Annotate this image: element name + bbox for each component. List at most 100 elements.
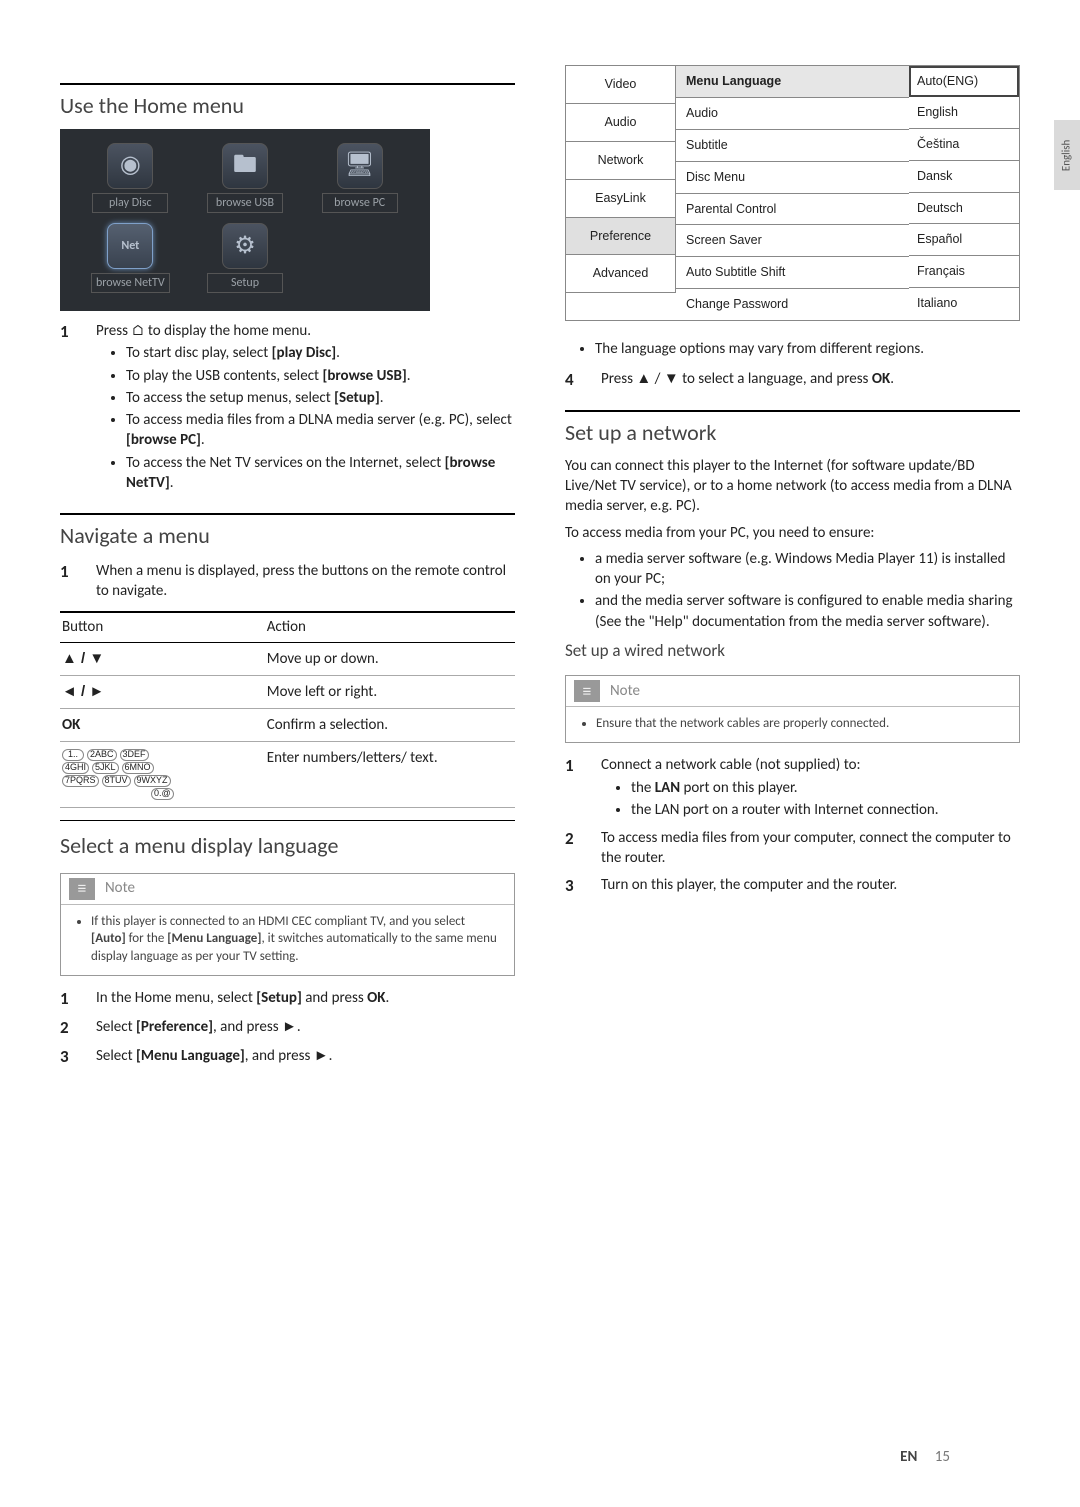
step-text: Select [Preference], and press ►. [96, 1017, 515, 1037]
table-header: Action [265, 612, 515, 642]
settings-tab-preference: Preference [566, 218, 676, 256]
list-item: To access the Net TV services on the Int… [126, 453, 515, 494]
settings-tab-network: Network [566, 142, 676, 180]
note-title: Note [105, 878, 135, 898]
step-text: Press ⌂ to display the home menu. [96, 322, 311, 340]
note-text: If this player is connected to an HDMI C… [91, 913, 500, 966]
settings-option: Subtitle [676, 130, 909, 162]
tile-label: browse USB [207, 193, 283, 213]
settings-option: Auto Subtitle Shift [676, 257, 909, 289]
button-cell: ▲ / ▼ [60, 642, 265, 675]
language-side-tab: English [1054, 120, 1080, 190]
note-text: Ensure that the network cables are prope… [596, 715, 1005, 733]
page-footer: EN 15 [900, 1447, 950, 1467]
home-menu-graphic: ◉ play Disc 🖿 browse USB 🖥 browse PC Net… [60, 129, 430, 311]
settings-value: Español [909, 224, 1019, 256]
settings-value: Auto(ENG) [909, 66, 1019, 97]
settings-tab-audio: Audio [566, 104, 676, 142]
settings-option: Change Password [676, 289, 909, 320]
list-item: the LAN port on a router with Internet c… [631, 800, 1020, 820]
list-item: The language options may vary from diffe… [595, 339, 1020, 359]
nettv-icon: Net [107, 223, 153, 269]
step-text: In the Home menu, select [Setup] and pre… [96, 988, 515, 1008]
list-item: To start disc play, select [play Disc]. [126, 343, 515, 363]
tile-browse-nettv: Net browse NetTV [78, 223, 183, 293]
list-item: and the media server software is configu… [595, 591, 1020, 632]
settings-value: Čeština [909, 129, 1019, 161]
tile-setup: ⚙ Setup [193, 223, 298, 293]
footer-lang: EN [900, 1448, 917, 1466]
gear-icon: ⚙ [222, 223, 268, 269]
list-item: a media server software (e.g. Windows Me… [595, 549, 1020, 590]
tile-label: browse NetTV [91, 273, 170, 293]
tile-label: browse PC [322, 193, 398, 213]
step-number: 3 [565, 875, 583, 898]
footer-page-number: 15 [935, 1448, 950, 1466]
step-text: Turn on this player, the computer and th… [601, 875, 1020, 895]
tile-browse-usb: 🖿 browse USB [193, 143, 298, 213]
usb-icon: 🖿 [222, 143, 268, 189]
network-ensure: To access media from your PC, you need t… [565, 523, 1020, 543]
note-icon [69, 878, 95, 900]
settings-value: Deutsch [909, 193, 1019, 225]
settings-tab-easylink: EasyLink [566, 180, 676, 218]
action-cell: Move left or right. [265, 675, 515, 708]
wired-network-heading: Set up a wired network [565, 640, 1020, 663]
tile-label: Setup [207, 273, 283, 293]
tile-browse-pc: 🖥 browse PC [307, 143, 412, 213]
settings-tab-advanced: Advanced [566, 255, 676, 293]
network-intro: You can connect this player to the Inter… [565, 456, 1020, 517]
step-text: Select [Menu Language], and press ►. [96, 1046, 515, 1066]
settings-option: Disc Menu [676, 162, 909, 194]
navigation-table: Button Action ▲ / ▼ Move up or down. ◄ /… [60, 611, 515, 808]
settings-value: Italiano [909, 288, 1019, 319]
list-item: the LAN port on this player. [631, 778, 1020, 798]
action-cell: Move up or down. [265, 642, 515, 675]
note-box: Note If this player is connected to an H… [60, 873, 515, 977]
step-text: When a menu is displayed, press the butt… [96, 561, 515, 602]
table-row: ▲ / ▼ Move up or down. [60, 642, 515, 675]
settings-menu-graphic: Video Audio Network EasyLink Preference … [565, 65, 1020, 321]
step-text: Press ▲ / ▼ to select a language, and pr… [601, 369, 1020, 389]
language-side-tab-label: English [1060, 139, 1075, 170]
note-box: Note Ensure that the network cables are … [565, 675, 1020, 744]
disc-icon: ◉ [107, 143, 153, 189]
numeric-keypad-icon: 1..2ABC3DEF 4GHI5JKL6MNO 7PQRS8TUV9WXYZ … [62, 749, 263, 800]
list-item: To access the setup menus, select [Setup… [126, 388, 515, 408]
settings-option: Audio [676, 98, 909, 130]
settings-option: Menu Language [676, 66, 909, 98]
button-cell: OK [60, 709, 265, 742]
step-text: To access media files from your computer… [601, 828, 1020, 869]
step-number: 1 [60, 988, 78, 1011]
note-title: Note [610, 681, 640, 701]
table-header: Button [60, 612, 265, 642]
setup-network-heading: Set up a network [565, 410, 1020, 448]
action-cell: Enter numbers/letters/ text. [265, 742, 515, 808]
tile-label: play Disc [92, 193, 168, 213]
use-home-menu-heading: Use the Home menu [60, 83, 515, 121]
button-cell: ◄ / ► [60, 675, 265, 708]
list-item: To play the USB contents, select [browse… [126, 366, 515, 386]
note-icon [574, 680, 600, 702]
step-number: 1 [60, 561, 78, 584]
step-number: 1 [60, 321, 78, 344]
settings-value: Dansk [909, 161, 1019, 193]
settings-value: Français [909, 256, 1019, 288]
step-number: 1 [565, 755, 583, 778]
settings-option: Screen Saver [676, 225, 909, 257]
settings-tab-video: Video [566, 66, 676, 104]
step-number: 2 [60, 1017, 78, 1040]
table-row: 1..2ABC3DEF 4GHI5JKL6MNO 7PQRS8TUV9WXYZ … [60, 742, 515, 808]
settings-option: Parental Control [676, 194, 909, 226]
pc-icon: 🖥 [337, 143, 383, 189]
step-number: 2 [565, 828, 583, 851]
select-language-heading: Select a menu display language [60, 825, 515, 861]
tile-play-disc: ◉ play Disc [78, 143, 183, 213]
button-cell: 1..2ABC3DEF 4GHI5JKL6MNO 7PQRS8TUV9WXYZ … [60, 742, 265, 808]
step-number: 4 [565, 369, 583, 392]
table-row: ◄ / ► Move left or right. [60, 675, 515, 708]
settings-value: English [909, 97, 1019, 129]
table-row: OK Confirm a selection. [60, 709, 515, 742]
list-item: To access media files from a DLNA media … [126, 410, 515, 451]
action-cell: Confirm a selection. [265, 709, 515, 742]
